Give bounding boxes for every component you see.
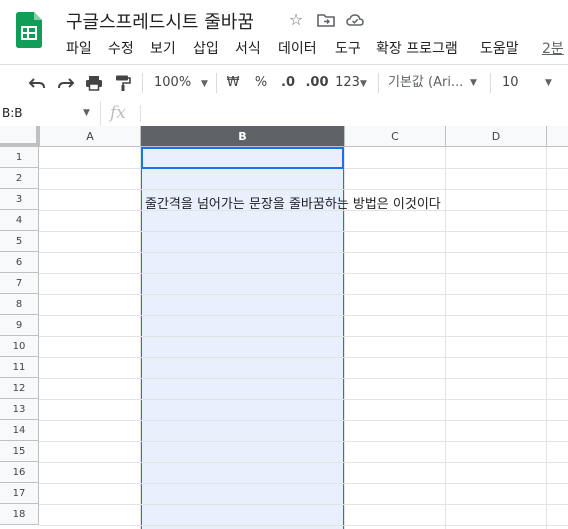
decrease-decimal-label: .0	[281, 75, 295, 90]
zoom-value: 100%	[154, 75, 192, 90]
cloud-saved-icon[interactable]	[345, 10, 365, 30]
row-header-14[interactable]: 14	[0, 420, 39, 441]
row-header-2[interactable]: 2	[0, 168, 39, 189]
grid-line	[140, 147, 141, 529]
menu-format[interactable]: 서식	[235, 38, 261, 58]
name-box-value: B:B	[2, 106, 23, 120]
folder-move-icon[interactable]	[316, 10, 336, 30]
row-header-18[interactable]: 18	[0, 504, 39, 525]
grid-line	[39, 441, 568, 442]
font-family-select[interactable]: 기본값 (Ari... ▼	[388, 65, 482, 101]
grid-line	[39, 336, 568, 337]
row-header-6[interactable]: 6	[0, 252, 39, 273]
last-edit-link[interactable]: 2분	[542, 38, 564, 58]
toolbar-divider	[490, 73, 491, 93]
grid-line	[39, 483, 568, 484]
increase-decimal-button[interactable]: .00	[305, 65, 329, 101]
column-header-a[interactable]: A	[40, 126, 141, 147]
grid-line	[546, 147, 547, 529]
fx-icon: fx	[110, 103, 126, 123]
grid-line	[39, 462, 568, 463]
number-format-label: 123	[335, 75, 360, 90]
grid-line	[39, 420, 568, 421]
menu-view[interactable]: 보기	[150, 38, 176, 58]
row-header-10[interactable]: 10	[0, 336, 39, 357]
grid-line	[39, 231, 568, 232]
chevron-down-icon: ▼	[470, 78, 477, 88]
toolbar-divider	[142, 73, 143, 93]
cell-b3[interactable]: 줄간격을 넘어가는 문장을 줄바꿈하는 방법은 이것이다	[145, 193, 441, 212]
row-header-7[interactable]: 7	[0, 273, 39, 294]
grid-line	[39, 189, 568, 190]
decrease-decimal-button[interactable]: .0	[278, 65, 298, 101]
row-header-4[interactable]: 4	[0, 210, 39, 231]
grid-line	[39, 273, 568, 274]
menu-help[interactable]: 도움말	[480, 38, 519, 58]
formula-divider	[140, 105, 141, 122]
name-box[interactable]: B:B ▼	[0, 101, 101, 126]
zoom-select[interactable]: 100% ▼	[152, 65, 210, 101]
grid-line	[445, 147, 446, 529]
row-header-17[interactable]: 17	[0, 483, 39, 504]
menu-file[interactable]: 파일	[66, 38, 92, 58]
grid-line	[39, 357, 568, 358]
star-icon[interactable]: ☆	[286, 10, 306, 30]
column-header-c[interactable]: C	[345, 126, 446, 147]
grid-line	[39, 399, 568, 400]
undo-icon[interactable]	[28, 74, 46, 92]
menu-data[interactable]: 데이터	[278, 38, 317, 58]
grid-line	[39, 504, 568, 505]
column-header-d[interactable]: D	[446, 126, 547, 147]
formula-input[interactable]	[148, 101, 568, 126]
font-size-select[interactable]: 10 ▼	[502, 65, 562, 101]
number-format-select[interactable]: 123▼	[334, 65, 368, 101]
toolbar-divider	[216, 73, 217, 93]
row-header-9[interactable]: 9	[0, 315, 39, 336]
grid-line	[39, 294, 568, 295]
row-header-15[interactable]: 15	[0, 441, 39, 462]
increase-decimal-label: .00	[305, 75, 329, 90]
font-family-value: 기본값 (Ari...	[388, 75, 464, 90]
grid-line	[39, 315, 568, 316]
spreadsheet-grid[interactable]: A B C D 1 2 3 4 5 6 7 8 9 10 11 12 13 14…	[0, 126, 568, 529]
select-all-corner[interactable]	[0, 126, 40, 147]
column-header-e[interactable]	[547, 126, 568, 147]
toolbar: 100% ▼ ₩ % .0 .00 123▼ 기본값 (Ari... ▼ 10 …	[0, 64, 568, 102]
formula-bar: B:B ▼ fx	[0, 101, 568, 127]
menu-edit[interactable]: 수정	[108, 38, 134, 58]
active-cell-b1[interactable]	[141, 147, 344, 169]
chevron-down-icon: ▼	[545, 78, 552, 88]
row-header-1[interactable]: 1	[0, 147, 39, 168]
row-header-13[interactable]: 13	[0, 399, 39, 420]
chevron-down-icon: ▼	[359, 79, 367, 89]
document-title[interactable]: 구글스프레드시트 줄바꿈	[66, 8, 254, 34]
grid-line	[39, 378, 568, 379]
menu-extensions[interactable]: 확장 프로그램	[376, 38, 458, 58]
paint-format-icon[interactable]	[114, 74, 132, 92]
menu-tools[interactable]: 도구	[335, 38, 361, 58]
redo-icon[interactable]	[57, 74, 75, 92]
row-header-3[interactable]: 3	[0, 189, 39, 210]
grid-line	[39, 252, 568, 253]
column-header-b[interactable]: B	[141, 126, 345, 147]
row-header-5[interactable]: 5	[0, 231, 39, 252]
chevron-down-icon: ▼	[195, 79, 208, 89]
percent-format-button[interactable]: %	[252, 65, 270, 101]
font-size-value: 10	[502, 75, 519, 90]
row-header-16[interactable]: 16	[0, 462, 39, 483]
row-header-11[interactable]: 11	[0, 357, 39, 378]
currency-format-button[interactable]: ₩	[224, 65, 242, 101]
row-header-8[interactable]: 8	[0, 294, 39, 315]
chevron-down-icon: ▼	[83, 108, 90, 118]
toolbar-divider	[378, 73, 379, 93]
menu-insert[interactable]: 삽입	[193, 38, 219, 58]
sheets-logo-icon[interactable]	[16, 12, 42, 48]
print-icon[interactable]	[85, 74, 103, 92]
grid-line	[39, 525, 568, 526]
row-header-12[interactable]: 12	[0, 378, 39, 399]
